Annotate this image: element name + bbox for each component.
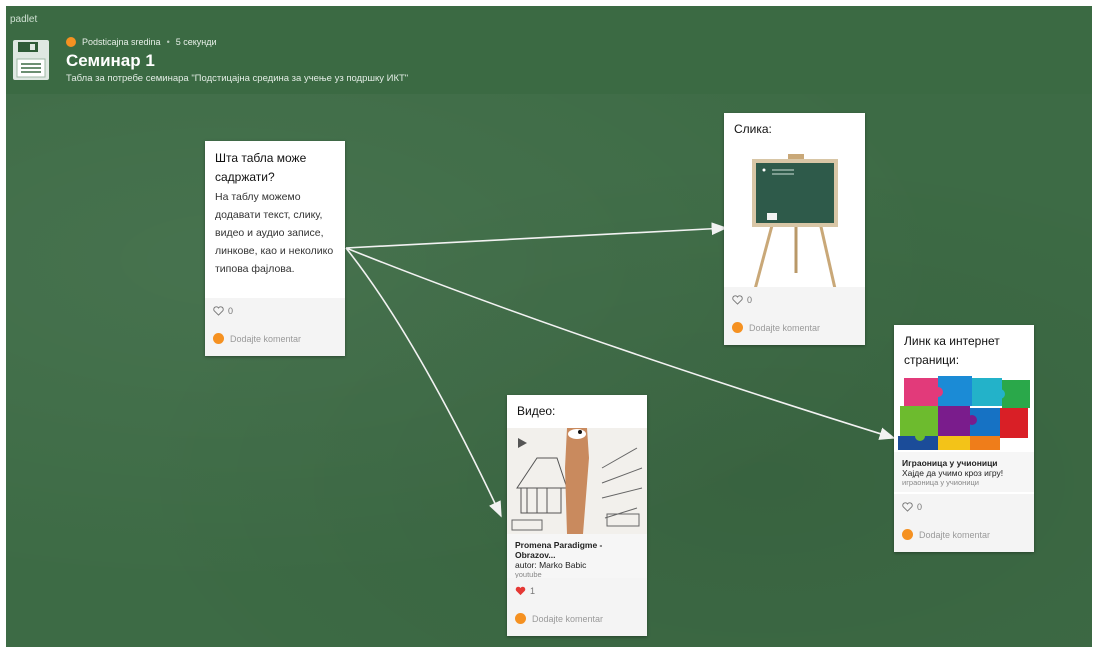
like-count: 0 [917,502,923,512]
commenter-avatar [515,613,526,624]
post-title: Шта табла може садржати? [215,151,307,184]
heart-outline-icon [902,502,913,512]
link-source: играоница у учионици [902,478,979,487]
link-description: Хајде да учимо кроз игру! [902,468,1004,478]
link-description: autor: Marko Babic [515,560,587,570]
arrow-to-video-card [345,247,502,518]
like-count: 0 [228,306,234,316]
post-footer: 0 Dodajte komentar [724,287,865,345]
post-body: На таблу можемо додавати текст, слику, в… [215,191,334,275]
heart-filled-icon [515,586,526,596]
video-thumbnail[interactable] [507,428,647,534]
commenter-avatar [902,529,913,540]
arrow-to-image-card [345,222,728,249]
heart-outline-icon [732,295,743,305]
like-button[interactable]: 0 [732,295,752,305]
padlet-frame: padlet Podsticajna sredina • 5 секунди С… [6,6,1092,647]
link-title: Играоница у учионици [902,458,998,468]
comment-placeholder: Dodajte komentar [230,333,302,344]
comment-input[interactable]: Dodajte komentar [515,613,603,624]
post-footer: 1 Dodajte komentar [507,578,647,636]
commenter-avatar [732,322,743,333]
heart-outline-icon [213,306,224,316]
post-card-image[interactable]: Слика: 0 Dodajte komentar [724,113,865,345]
comment-input[interactable]: Dodajte komentar [732,322,820,333]
like-button[interactable]: 0 [213,306,233,316]
video-link-info[interactable]: Promena Paradigme - Obrazov... autor: Ma… [507,534,647,579]
post-footer: 0 Dodajte komentar [205,298,345,356]
post-title: Видео: [517,404,556,418]
comment-placeholder: Dodajte komentar [749,322,821,333]
commenter-avatar [213,333,224,344]
link-title: Promena Paradigme - Obrazov... [515,540,603,560]
like-button[interactable]: 0 [902,502,922,512]
post-card-video[interactable]: Видео: Promena Paradigme - Obrazov... au… [507,395,647,636]
website-link-info[interactable]: Играоница у учионици Хајде да учимо кроз… [894,452,1034,492]
post-title: Слика: [734,122,772,136]
like-button[interactable]: 1 [515,586,535,596]
puzzle-image[interactable] [894,374,1034,452]
comment-placeholder: Dodajte komentar [919,529,991,540]
like-count: 0 [747,295,753,305]
post-card-text[interactable]: Шта табла може садржати? На таблу можемо… [205,141,345,356]
like-count: 1 [530,586,536,596]
comment-input[interactable]: Dodajte komentar [902,529,990,540]
post-card-link[interactable]: Линк ка интернет страници: Играоница у у… [894,325,1034,552]
post-title: Линк ка интернет страници: [904,334,1000,367]
chalkboard-easel-image[interactable] [724,143,865,293]
comment-placeholder: Dodajte komentar [532,613,604,624]
post-footer: 0 Dodajte komentar [894,494,1034,552]
comment-input[interactable]: Dodajte komentar [213,333,301,344]
